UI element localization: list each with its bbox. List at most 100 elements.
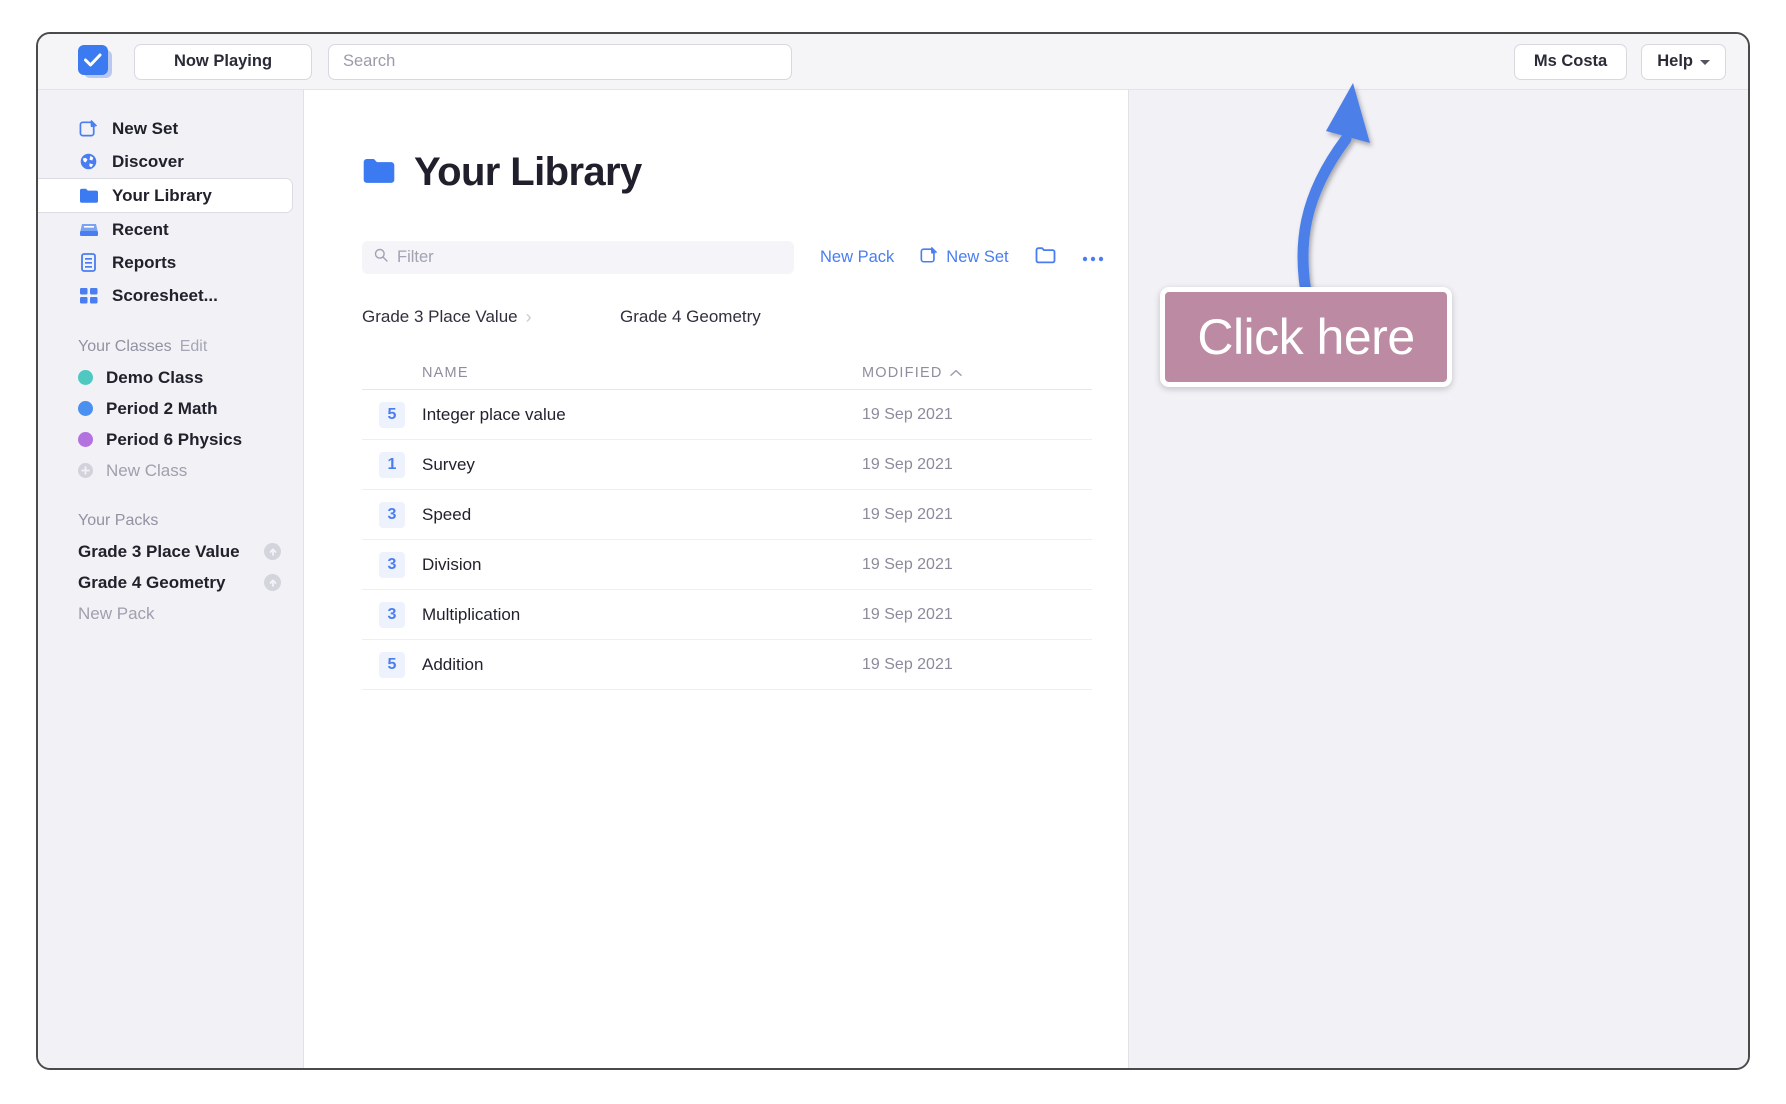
row-modified: 19 Sep 2021 [862, 605, 953, 623]
arrow-up-circle-icon[interactable] [264, 543, 281, 560]
row-modified: 19 Sep 2021 [862, 655, 953, 673]
row-count-cell: 3 [362, 601, 422, 628]
pack-label: Grade 4 Geometry [78, 572, 226, 592]
row-modified: 19 Sep 2021 [862, 405, 953, 423]
logo-card-front [78, 44, 108, 75]
app-window: Now Playing Ms Costa Help [36, 32, 1750, 1070]
page-title-row: Your Library [362, 150, 1162, 195]
row-name: Division [422, 554, 482, 574]
sidebar-item-label: Reports [112, 252, 177, 272]
sidebar-item-reports[interactable]: Reports [38, 246, 303, 279]
table-row[interactable]: 5 Integer place value 19 Sep 2021 [362, 390, 1092, 440]
column-header-label: MODIFIED [862, 364, 943, 381]
column-header-modified[interactable]: MODIFIED [862, 365, 1092, 381]
class-label: Demo Class [106, 367, 204, 387]
more-options-button[interactable] [1082, 248, 1104, 267]
sidebar-new-pack[interactable]: New Pack [38, 598, 303, 629]
globe-icon [78, 152, 99, 171]
library-toolbar: New Pack New Set [362, 241, 1162, 274]
breadcrumb-cell: Grade 4 Geometry [620, 307, 878, 327]
new-pack-button[interactable]: New Pack [820, 248, 894, 267]
user-menu-button[interactable]: Ms Costa [1513, 43, 1628, 80]
sidebar-item-scoresheet[interactable]: Scoresheet... [38, 279, 303, 312]
top-bar: Now Playing Ms Costa Help [38, 34, 1748, 90]
status-badge: 1 [379, 451, 405, 478]
page-title: Your Library [414, 150, 642, 194]
now-playing-label: Now Playing [173, 52, 273, 70]
row-count-cell: 5 [362, 651, 422, 678]
body-split: New Set Discover Your Library Recent Rep… [38, 90, 1748, 1068]
row-modified: 19 Sep 2021 [862, 455, 953, 473]
compose-icon [78, 119, 99, 138]
table-row[interactable]: 3 Multiplication 19 Sep 2021 [362, 590, 1092, 640]
sidebar-class-demo-class[interactable]: Demo Class [38, 362, 303, 393]
inbox-tray-icon [78, 221, 99, 238]
sidebar-class-period-6-physics[interactable]: Period 6 Physics [38, 424, 303, 455]
breadcrumb-item-grade-3-place-value[interactable]: Grade 3 Place Value [362, 307, 518, 327]
sidebar-item-recent[interactable]: Recent [38, 213, 303, 246]
now-playing-button[interactable]: Now Playing [134, 43, 312, 80]
column-header-name[interactable]: NAME [422, 365, 862, 381]
sidebar-item-label: Scoresheet... [112, 285, 218, 305]
row-name: Integer place value [422, 404, 566, 424]
sidebar-item-new-set[interactable]: New Set [38, 112, 303, 145]
sidebar-class-period-2-math[interactable]: Period 2 Math [38, 393, 303, 424]
right-gutter [1128, 90, 1748, 1068]
breadcrumb: Grade 3 Place Value › Grade 4 Geometry › [362, 300, 1162, 334]
help-label: Help [1657, 52, 1693, 70]
sidebar-item-label: Discover [112, 151, 184, 171]
status-badge: 3 [379, 601, 405, 628]
status-badge: 3 [379, 551, 405, 578]
sidebar-item-label: New Set [112, 118, 179, 138]
your-classes-label: Your Classes [78, 338, 172, 355]
grid-squares-icon [78, 287, 99, 305]
table-row[interactable]: 1 Survey 19 Sep 2021 [362, 440, 1092, 490]
sidebar-item-label: Your Library [112, 185, 212, 205]
class-label: Period 6 Physics [106, 429, 243, 449]
topbar-right-group: Ms Costa Help [1513, 43, 1726, 80]
sidebar-pack-grade-3-place-value[interactable]: Grade 3 Place Value [38, 536, 303, 567]
table-row[interactable]: 3 Division 19 Sep 2021 [362, 540, 1092, 590]
library-table: NAME MODIFIED 5 Integer place value 19 S… [362, 356, 1092, 690]
sidebar-pack-grade-4-geometry[interactable]: Grade 4 Geometry [38, 567, 303, 598]
row-modified: 19 Sep 2021 [862, 505, 953, 523]
document-icon [78, 253, 99, 272]
new-set-button[interactable]: New Set [920, 246, 1009, 269]
row-name: Speed [422, 504, 472, 524]
chevron-right-icon: › [525, 306, 532, 327]
new-set-label: New Set [946, 248, 1009, 266]
sidebar-item-discover[interactable]: Discover [38, 145, 303, 178]
filter-field[interactable] [362, 241, 794, 274]
your-packs-label: Your Packs [78, 512, 159, 529]
breadcrumb-item-grade-4-geometry[interactable]: Grade 4 Geometry [620, 307, 761, 327]
class-label: Period 2 Math [106, 398, 218, 418]
table-header-row: NAME MODIFIED [362, 356, 1092, 390]
table-row[interactable]: 5 Addition 19 Sep 2021 [362, 640, 1092, 690]
filter-input[interactable] [397, 248, 782, 267]
status-badge: 5 [379, 401, 405, 428]
row-name: Survey [422, 454, 475, 474]
row-name: Addition [422, 654, 484, 674]
search-field[interactable] [328, 43, 792, 80]
compose-icon [920, 246, 938, 269]
your-packs-header: Your Packs [38, 506, 303, 536]
sidebar-item-label: Recent [112, 219, 169, 239]
row-name: Multiplication [422, 604, 521, 624]
sidebar-new-class[interactable]: New Class [38, 455, 303, 486]
status-badge: 3 [379, 501, 405, 528]
app-logo-icon[interactable] [78, 44, 112, 79]
status-badge: 5 [379, 651, 405, 678]
ellipsis-icon [1082, 248, 1104, 267]
edit-classes-link[interactable]: Edit [180, 338, 208, 356]
row-count-cell: 1 [362, 451, 422, 478]
sidebar-item-your-library[interactable]: Your Library [38, 178, 293, 213]
new-folder-button[interactable] [1035, 246, 1056, 270]
your-classes-header: Your Classes Edit [38, 332, 303, 362]
new-pack-label: New Pack [820, 248, 895, 266]
table-row[interactable]: 3 Speed 19 Sep 2021 [362, 490, 1092, 540]
breadcrumb-cell: Grade 3 Place Value › [362, 307, 620, 328]
user-label: Ms Costa [1533, 52, 1608, 70]
search-input[interactable] [343, 52, 777, 71]
arrow-up-circle-icon[interactable] [264, 574, 281, 591]
help-menu-button[interactable]: Help [1641, 43, 1726, 80]
